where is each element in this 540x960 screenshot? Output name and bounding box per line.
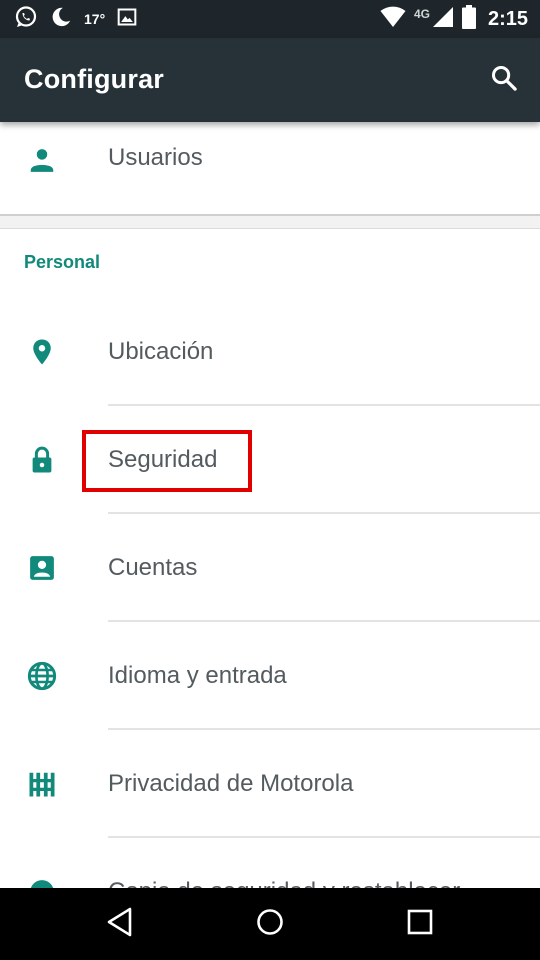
- backup-icon: [24, 874, 60, 888]
- section-divider: [0, 214, 540, 229]
- settings-item-label: Privacidad de Motorola: [108, 770, 354, 797]
- page-title: Configurar: [24, 64, 164, 94]
- moon-icon: [50, 6, 72, 33]
- temperature: 17°: [84, 11, 106, 27]
- settings-item-label: Cuentas: [108, 554, 198, 581]
- battery-icon: [461, 4, 476, 34]
- globe-icon: [24, 658, 60, 694]
- network-type: 4G: [413, 7, 430, 21]
- settings-item-idioma[interactable]: Idioma y entrada: [0, 622, 540, 730]
- settings-item-privacidad[interactable]: Privacidad de Motorola: [0, 730, 540, 838]
- wifi-icon: [380, 6, 406, 33]
- search-button[interactable]: [486, 62, 522, 98]
- settings-item-label: Idioma y entrada: [108, 662, 287, 689]
- highlight-box: [82, 430, 252, 492]
- lock-icon: [24, 442, 60, 478]
- image-icon: [117, 7, 137, 32]
- settings-list: Usuarios Personal Ubicación Seguridad Cu…: [0, 122, 540, 888]
- settings-item-label: Copia de seguridad y restablecer: [108, 878, 460, 888]
- settings-item-usuarios[interactable]: Usuarios: [0, 122, 540, 214]
- settings-item-seguridad[interactable]: Seguridad: [0, 406, 540, 514]
- signal-icon: [432, 6, 454, 33]
- settings-item-copia[interactable]: Copia de seguridad y restablecer: [0, 838, 540, 888]
- back-icon: [106, 907, 134, 942]
- navigation-bar: [0, 888, 540, 960]
- location-pin-icon: [24, 334, 60, 370]
- status-bar: 17° 4G 2:15: [0, 0, 540, 38]
- settings-item-label: Usuarios: [108, 144, 203, 171]
- fence-icon: [24, 766, 60, 802]
- account-box-icon: [24, 550, 60, 586]
- home-icon: [255, 907, 285, 942]
- section-header-personal: Personal: [24, 252, 101, 272]
- search-icon: [490, 64, 518, 97]
- clock: 2:15: [487, 7, 528, 30]
- person-icon: [24, 142, 60, 178]
- home-button[interactable]: [250, 906, 290, 942]
- settings-item-ubicacion[interactable]: Ubicación: [0, 298, 540, 406]
- recents-icon: [407, 909, 433, 940]
- app-bar: Configurar: [0, 38, 540, 122]
- recents-button[interactable]: [400, 906, 440, 942]
- settings-item-cuentas[interactable]: Cuentas: [0, 514, 540, 622]
- settings-item-label: Ubicación: [108, 338, 214, 365]
- back-button[interactable]: [100, 906, 140, 942]
- whatsapp-icon: [14, 5, 38, 34]
